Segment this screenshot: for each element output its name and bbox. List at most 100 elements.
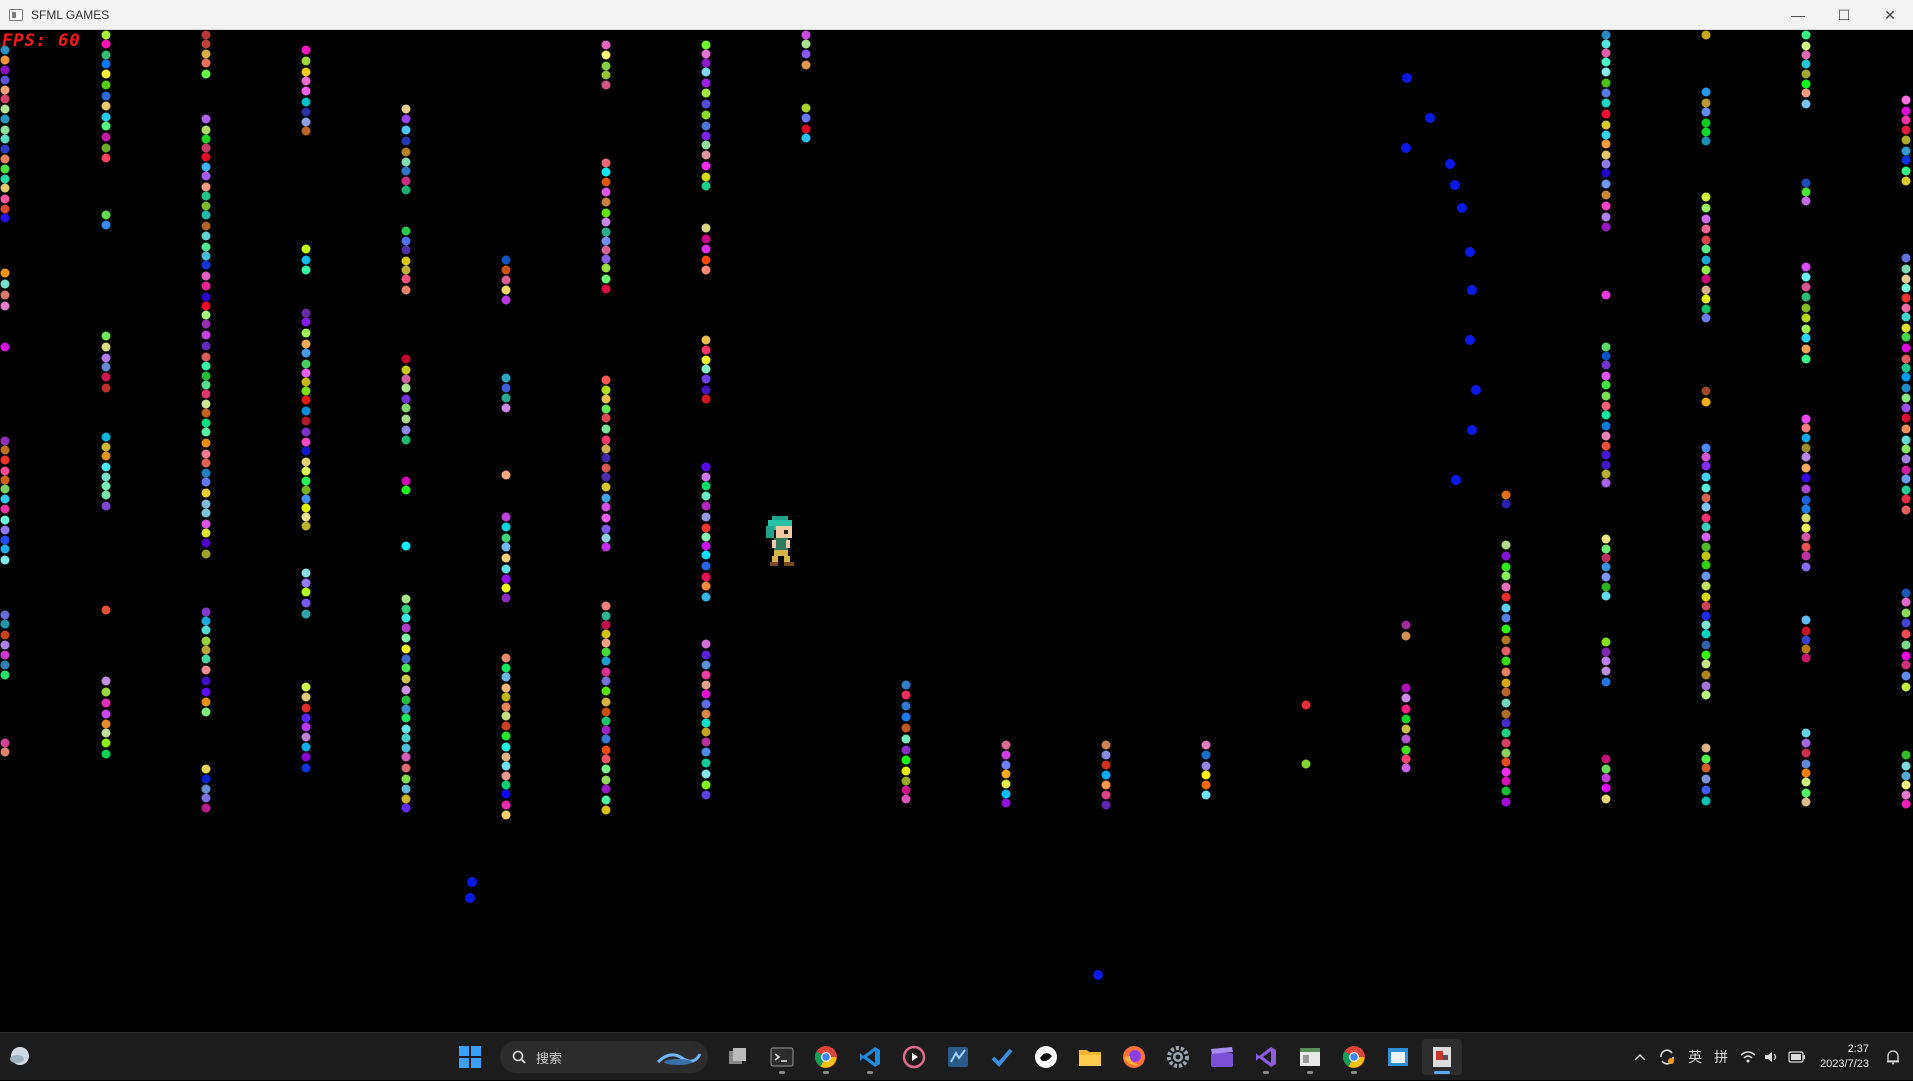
chrome-app-2[interactable] — [1334, 1039, 1374, 1075]
rain-dot — [701, 592, 711, 602]
rain-dot — [1701, 542, 1711, 552]
rain-dot — [601, 158, 611, 168]
clock[interactable]: 2:37 2023/7/23 — [1820, 1042, 1869, 1072]
chatgpt-app[interactable] — [1026, 1039, 1066, 1075]
rain-dot — [1701, 670, 1711, 680]
rain-dot — [1501, 698, 1511, 708]
rain-dot — [1501, 687, 1511, 697]
rain-dot — [601, 795, 611, 805]
rain-dot — [1501, 635, 1511, 645]
rain-dot — [701, 150, 711, 160]
rain-dot — [1501, 603, 1511, 613]
rain-dot — [1801, 748, 1811, 758]
rain-dot — [1501, 678, 1511, 688]
rain-dot — [601, 404, 611, 414]
rain-dot — [501, 512, 511, 522]
rain-dot — [0, 455, 10, 465]
rain-dot — [701, 131, 711, 141]
media-player-app[interactable] — [894, 1039, 934, 1075]
todo-app[interactable] — [982, 1039, 1022, 1075]
rain-dot — [701, 790, 711, 800]
rain-dot — [601, 542, 611, 552]
rain-dot — [601, 187, 611, 197]
terminal-app[interactable] — [762, 1039, 802, 1075]
rain-dot — [1801, 728, 1811, 738]
rain-dot — [1901, 303, 1911, 313]
rain-dot — [601, 734, 611, 744]
start-button[interactable] — [450, 1039, 490, 1075]
game-canvas[interactable]: FPS: 60 — [0, 30, 1913, 1032]
rain-dot — [401, 733, 411, 743]
remote-app[interactable] — [1378, 1039, 1418, 1075]
rain-dot — [701, 472, 711, 482]
rain-dot — [1601, 401, 1611, 411]
ime-language[interactable]: 英 — [1688, 1047, 1702, 1067]
vscode-app[interactable] — [850, 1039, 890, 1075]
rain-dot — [701, 40, 711, 50]
maximize-button[interactable]: ☐ — [1821, 0, 1867, 30]
rain-dot — [601, 375, 611, 385]
rain-dot — [301, 255, 311, 265]
rain-dot — [1401, 620, 1411, 630]
rain-dot — [401, 403, 411, 413]
rain-dot — [0, 183, 10, 193]
sfml-game-app[interactable] — [1422, 1039, 1462, 1075]
rain-dot — [301, 317, 311, 327]
rain-dot — [1701, 763, 1711, 773]
rain-dot — [701, 374, 711, 384]
notification-button[interactable] — [1885, 1049, 1901, 1065]
wifi-icon — [1740, 1051, 1756, 1063]
rain-dot — [1701, 690, 1711, 700]
title-bar[interactable]: SFML GAMES — ☐ ✕ — [0, 0, 1913, 30]
rain-dot — [201, 665, 211, 675]
rain-dot — [1601, 553, 1611, 563]
rain-dot — [1601, 534, 1611, 544]
rain-dot — [501, 653, 511, 663]
rain-dot — [201, 271, 211, 281]
rain-dot — [1901, 283, 1911, 293]
rain-dot — [701, 523, 711, 533]
rain-dot — [101, 709, 111, 719]
close-button[interactable]: ✕ — [1867, 0, 1913, 30]
settings-app[interactable] — [1158, 1039, 1198, 1075]
minimize-button[interactable]: — — [1775, 0, 1821, 30]
rain-dot — [701, 572, 711, 582]
rain-dot — [801, 133, 811, 143]
rain-dot — [1701, 265, 1711, 275]
visual-studio-app[interactable] — [1246, 1039, 1286, 1075]
ssms-app[interactable] — [938, 1039, 978, 1075]
rain-dot — [301, 457, 311, 467]
rain-dot — [501, 721, 511, 731]
rain-dot — [601, 601, 611, 611]
rain-dot — [301, 45, 311, 55]
rain-dot — [201, 764, 211, 774]
sync-status-button[interactable] — [1658, 1048, 1676, 1066]
widgets-button[interactable] — [6, 1042, 34, 1070]
rain-dot — [1901, 494, 1911, 504]
task-view-button[interactable] — [718, 1039, 758, 1075]
rain-dot — [1801, 88, 1811, 98]
rain-dot — [0, 535, 10, 545]
file-explorer-app[interactable] — [1070, 1039, 1110, 1075]
rain-dot — [1701, 640, 1711, 650]
rain-dot — [601, 50, 611, 60]
rain-dot — [1901, 393, 1911, 403]
rain-dot — [201, 399, 211, 409]
clipchamp-app[interactable] — [1202, 1039, 1242, 1075]
rain-dot — [201, 418, 211, 428]
rain-dot — [301, 126, 311, 136]
chrome-app[interactable] — [806, 1039, 846, 1075]
taskbar-search[interactable]: 搜索 — [500, 1041, 708, 1073]
show-hidden-icons-button[interactable] — [1634, 1053, 1646, 1061]
rain-dot — [1401, 714, 1411, 724]
rain-dot — [101, 451, 111, 461]
rain-dot — [201, 449, 211, 459]
firefox-app[interactable] — [1114, 1039, 1154, 1075]
rain-dot — [301, 692, 311, 702]
window-app[interactable] — [1290, 1039, 1330, 1075]
rain-dot — [301, 682, 311, 692]
quick-settings-button[interactable] — [1740, 1050, 1806, 1064]
rain-dot — [1601, 150, 1611, 160]
ime-mode[interactable]: 拼 — [1714, 1047, 1728, 1067]
rain-dot — [601, 524, 611, 534]
